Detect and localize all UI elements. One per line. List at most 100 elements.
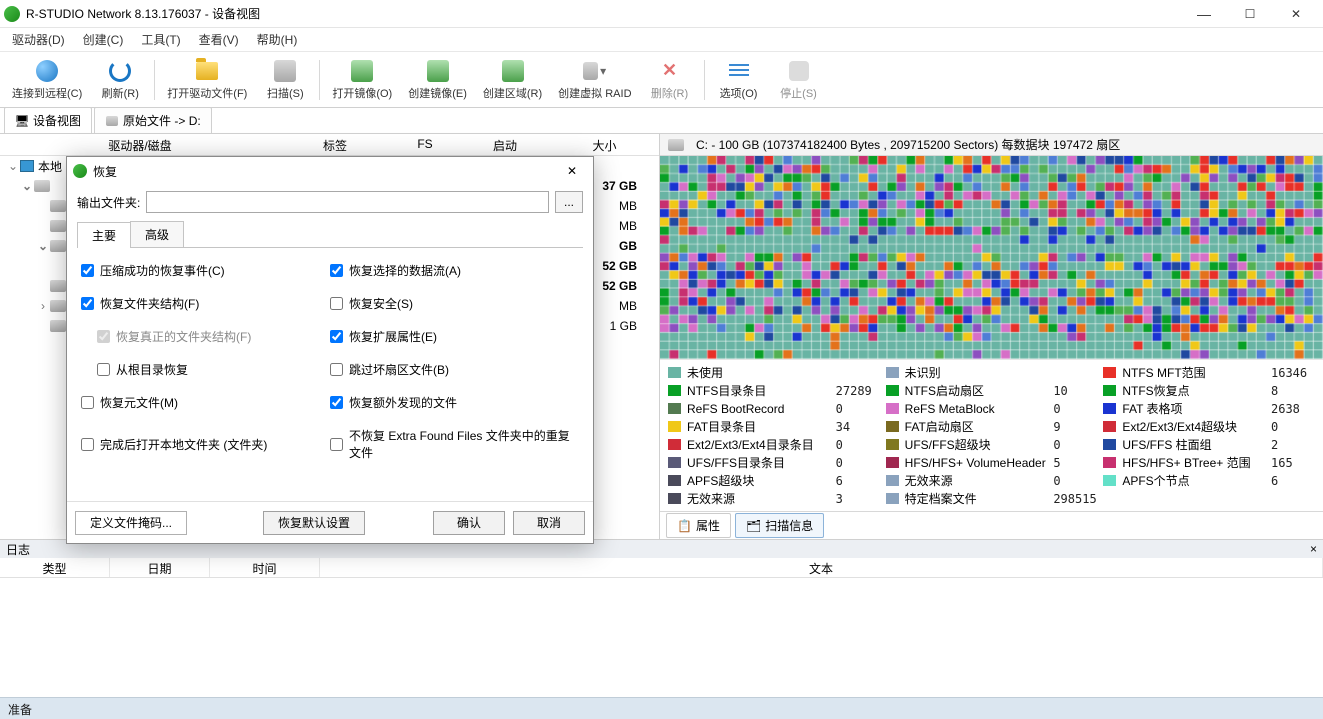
open-image-button[interactable]: 打开镜像(O) bbox=[324, 54, 400, 106]
minimize-button[interactable]: — bbox=[1181, 0, 1227, 28]
chevron-down-icon[interactable]: ⌄ bbox=[20, 179, 34, 193]
disk-icon bbox=[50, 320, 66, 332]
computer-icon bbox=[20, 160, 34, 172]
properties-icon: 📋 bbox=[677, 519, 692, 533]
legend-item: APFS个节点6 bbox=[1103, 472, 1315, 489]
maximize-button[interactable]: ☐ bbox=[1227, 0, 1273, 28]
statusbar: 准备 bbox=[0, 697, 1323, 719]
col-type[interactable]: 类型 bbox=[0, 558, 110, 577]
close-icon[interactable]: × bbox=[1310, 542, 1317, 556]
opt-compress-success[interactable]: 压缩成功的恢复事件(C) bbox=[81, 262, 330, 279]
col-fs[interactable]: FS bbox=[390, 134, 460, 155]
opt-recover-security[interactable]: 恢复安全(S) bbox=[330, 295, 579, 312]
legend-swatch bbox=[1103, 421, 1116, 432]
connect-remote-button[interactable]: 连接到远程(C) bbox=[4, 54, 90, 106]
legend-item bbox=[1103, 490, 1315, 507]
tab-advanced[interactable]: 高级 bbox=[130, 221, 184, 247]
restore-defaults-button[interactable]: 恢复默认设置 bbox=[263, 511, 365, 535]
scan-icon bbox=[274, 60, 296, 82]
chevron-down-icon[interactable]: ⌄ bbox=[6, 159, 20, 173]
legend-swatch bbox=[668, 403, 681, 414]
tab-properties[interactable]: 📋属性 bbox=[666, 513, 731, 538]
opt-no-duplicates[interactable]: 不恢复 Extra Found Files 文件夹中的重复文件 bbox=[330, 427, 579, 461]
col-label[interactable]: 标签 bbox=[280, 134, 390, 155]
legend-item: FAT启动扇区9 bbox=[886, 418, 1098, 435]
create-image-button[interactable]: 创建镜像(E) bbox=[400, 54, 475, 106]
opt-extra-found[interactable]: 恢复额外发现的文件 bbox=[330, 394, 579, 411]
legend-swatch bbox=[668, 457, 681, 468]
tab-device-view[interactable]: 🖥设备视图 bbox=[4, 107, 92, 133]
opt-from-root[interactable]: 从根目录恢复 bbox=[81, 361, 330, 378]
folder-icon bbox=[196, 62, 218, 80]
opt-meta-files[interactable]: 恢复元文件(M) bbox=[81, 394, 330, 411]
legend-swatch bbox=[886, 475, 899, 486]
create-region-button[interactable]: 创建区域(R) bbox=[475, 54, 550, 106]
app-icon bbox=[4, 6, 20, 22]
disk-icon bbox=[50, 300, 66, 312]
log-header: 类型 日期 时间 文本 bbox=[0, 558, 1323, 578]
disk-icon bbox=[34, 180, 50, 192]
separator bbox=[319, 60, 320, 100]
disk-icon bbox=[50, 280, 66, 292]
legend-swatch bbox=[1103, 475, 1116, 486]
legend-swatch bbox=[886, 493, 899, 504]
browse-button[interactable]: ... bbox=[555, 191, 583, 213]
legend-item: 无效来源3 bbox=[668, 490, 880, 507]
open-drive-file-button[interactable]: 打开驱动文件(F) bbox=[159, 54, 255, 106]
legend-swatch bbox=[668, 385, 681, 396]
output-folder-input[interactable] bbox=[146, 191, 549, 213]
col-time[interactable]: 时间 bbox=[210, 558, 320, 577]
legend-item: ReFS BootRecord0 bbox=[668, 400, 880, 417]
opt-extended-attrs[interactable]: 恢复扩展属性(E) bbox=[330, 328, 579, 345]
define-mask-button[interactable]: 定义文件掩码... bbox=[75, 511, 187, 535]
disk-icon bbox=[427, 60, 449, 82]
menu-tool[interactable]: 工具(T) bbox=[133, 28, 188, 51]
dialog-titlebar[interactable]: 恢复 ✕ bbox=[67, 157, 593, 185]
opt-skip-bad[interactable]: 跳过坏扇区文件(B) bbox=[330, 361, 579, 378]
legend-item: NTFS启动扇区10 bbox=[886, 382, 1098, 399]
cancel-button[interactable]: 取消 bbox=[513, 511, 585, 535]
scan-button[interactable]: 扫描(S) bbox=[255, 54, 315, 106]
tab-scan-info[interactable]: 🗂扫描信息 bbox=[735, 513, 824, 538]
legend-swatch bbox=[668, 493, 681, 504]
menu-view[interactable]: 查看(V) bbox=[191, 28, 247, 51]
sector-map[interactable] bbox=[660, 156, 1323, 359]
window-title: R-STUDIO Network 8.13.176037 - 设备视图 bbox=[26, 5, 1181, 22]
menu-driver[interactable]: 驱动器(D) bbox=[4, 28, 73, 51]
legend-item: NTFS MFT范围16346 bbox=[1103, 364, 1315, 381]
log-body[interactable] bbox=[0, 578, 1323, 697]
create-raid-button[interactable]: ▾创建虚拟 RAID bbox=[550, 54, 639, 106]
refresh-button[interactable]: 刷新(R) bbox=[90, 54, 150, 106]
opt-recover-streams[interactable]: 恢复选择的数据流(A) bbox=[330, 262, 579, 279]
dialog-options: 压缩成功的恢复事件(C) 恢复选择的数据流(A) 恢复文件夹结构(F) 恢复安全… bbox=[77, 248, 583, 495]
col-drive[interactable]: 驱动器/磁盘 bbox=[0, 134, 280, 155]
ok-button[interactable]: 确认 bbox=[433, 511, 505, 535]
legend-swatch bbox=[886, 421, 899, 432]
legend: 未使用未识别NTFS MFT范围16346NTFS目录条目27289NTFS启动… bbox=[660, 359, 1323, 511]
device-icon: 🖥 bbox=[15, 114, 29, 128]
recover-dialog: 恢复 ✕ 输出文件夹: ... 主要 高级 压缩成功的恢复事件(C) 恢复选择的… bbox=[66, 156, 594, 544]
col-start[interactable]: 启动 bbox=[460, 134, 550, 155]
legend-swatch bbox=[886, 457, 899, 468]
opt-folder-structure[interactable]: 恢复文件夹结构(F) bbox=[81, 295, 330, 312]
tab-raw-files[interactable]: 原始文件 -> D: bbox=[94, 107, 212, 133]
disk-icon bbox=[50, 220, 66, 232]
chevron-down-icon[interactable]: ⌄ bbox=[36, 239, 50, 253]
chevron-right-icon[interactable]: › bbox=[36, 299, 50, 313]
options-button[interactable]: 选项(O) bbox=[709, 54, 769, 106]
col-text[interactable]: 文本 bbox=[320, 558, 1323, 577]
dialog-close-button[interactable]: ✕ bbox=[557, 159, 587, 183]
menu-help[interactable]: 帮助(H) bbox=[249, 28, 306, 51]
opt-open-after[interactable]: 完成后打开本地文件夹 (文件夹) bbox=[81, 427, 330, 461]
legend-item: UFS/FFS 柱面组2 bbox=[1103, 436, 1315, 453]
menu-create[interactable]: 创建(C) bbox=[75, 28, 132, 51]
opt-real-folder-structure: 恢复真正的文件夹结构(F) bbox=[81, 328, 330, 345]
legend-item: FAT 表格项2638 bbox=[1103, 400, 1315, 417]
col-date[interactable]: 日期 bbox=[110, 558, 210, 577]
legend-item: 未识别 bbox=[886, 364, 1098, 381]
property-tabs: 📋属性 🗂扫描信息 bbox=[660, 511, 1323, 539]
col-size[interactable]: 大小 bbox=[550, 134, 659, 155]
tab-main[interactable]: 主要 bbox=[77, 222, 131, 248]
close-button[interactable]: ✕ bbox=[1273, 0, 1319, 28]
delete-icon: ✕ bbox=[660, 61, 680, 81]
